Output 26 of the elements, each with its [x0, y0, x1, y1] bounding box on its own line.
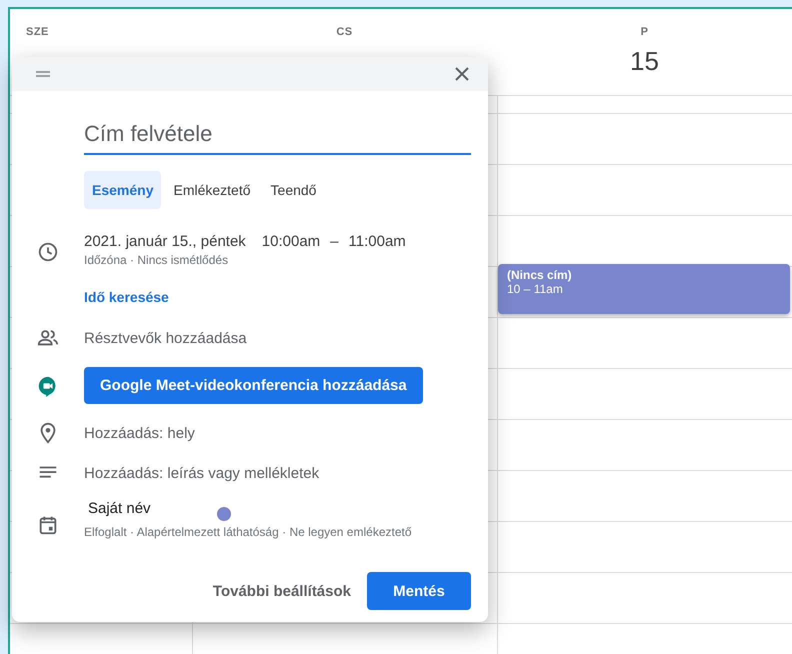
end-time[interactable]: 11:00am [348, 233, 406, 250]
date-details[interactable]: Időzóna · Nincs ismétlődés [84, 253, 471, 267]
add-guests-field[interactable]: Résztvevők hozzáadása [84, 330, 247, 346]
time-separator: – [330, 233, 339, 250]
weekday-label: CS [336, 26, 353, 38]
weekday-label: P [640, 26, 648, 38]
clock-icon [37, 241, 59, 263]
start-time[interactable]: 10:00am [262, 233, 320, 250]
day-number[interactable]: 15 [630, 46, 659, 77]
calendar-details[interactable]: Elfoglalt · Alapértelmezett láthatóság · Ne legyen emlékeztető [84, 525, 471, 539]
tab[interactable]: Esemény [84, 171, 162, 209]
tab[interactable]: Emlékeztető [165, 171, 259, 209]
weekday-label: SZE [26, 26, 49, 38]
tab[interactable]: Teendő [262, 171, 324, 209]
drag-handle-icon[interactable] [36, 71, 50, 77]
find-time-link[interactable]: Idő keresése [84, 289, 169, 305]
calendar-name[interactable]: Saját név [84, 500, 151, 517]
add-location-field[interactable]: Hozzáadás: hely [84, 424, 195, 442]
add-description-field[interactable]: Hozzáadás: leírás vagy mellékletek [84, 464, 320, 482]
add-meet-button[interactable]: Google Meet-videokonferencia hozzáadása [84, 367, 423, 404]
calendar-icon [37, 514, 59, 536]
close-button[interactable] [454, 66, 470, 82]
save-button[interactable]: Mentés [367, 572, 471, 610]
event-date[interactable]: 2021. január 15., péntek [84, 233, 246, 250]
more-options-button[interactable]: További beállítások [212, 572, 351, 610]
event-block[interactable]: (Nincs cím) 10 – 11am [498, 264, 790, 314]
